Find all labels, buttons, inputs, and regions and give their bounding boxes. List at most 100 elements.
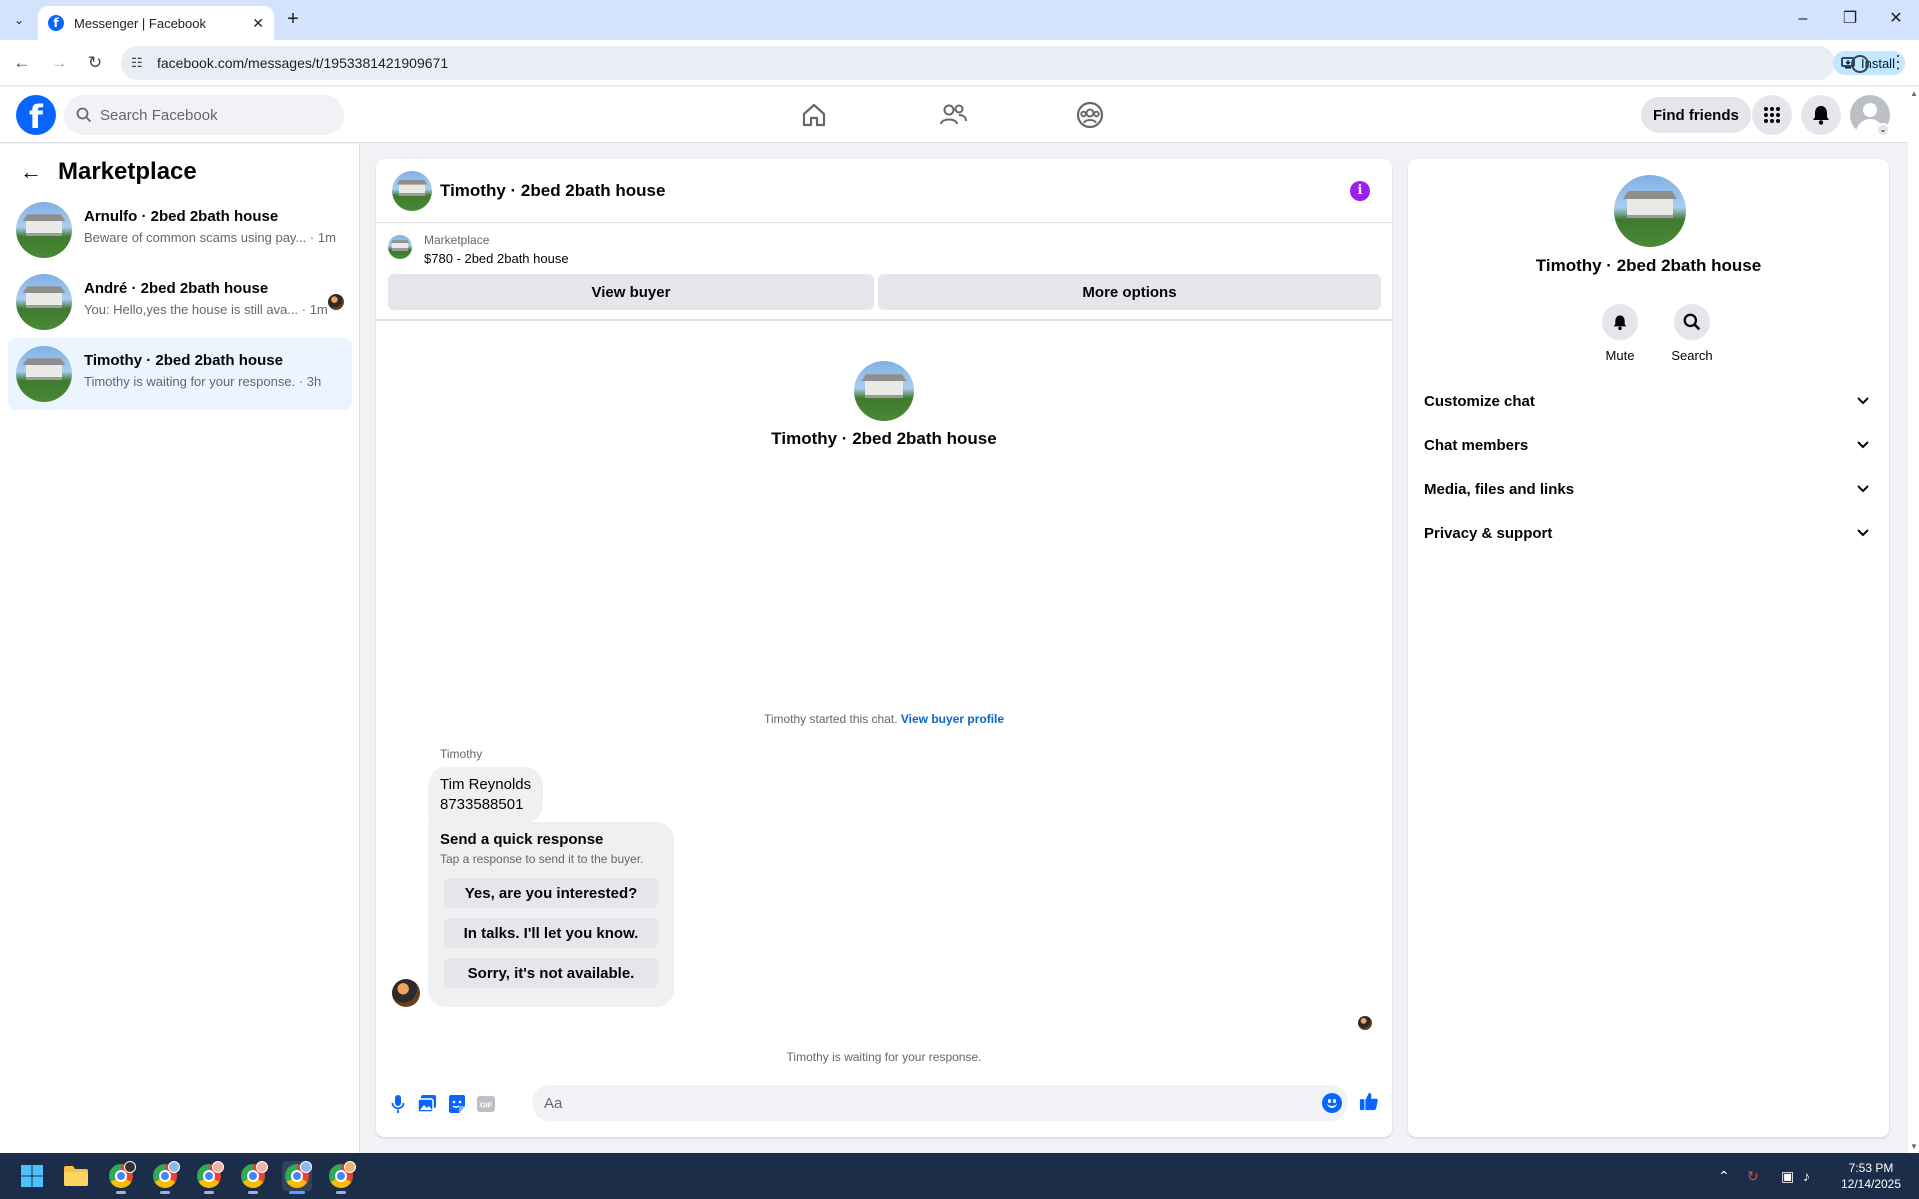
groups-icon[interactable] <box>1074 99 1106 131</box>
chat-title[interactable]: Timothy · 2bed 2bath house <box>440 181 665 201</box>
scroll-down-icon[interactable]: ▼ <box>1910 1142 1918 1151</box>
message-input[interactable] <box>532 1085 1348 1121</box>
page-scrollbar[interactable]: ▲ ▼ <box>1908 87 1919 1153</box>
browser-tab-strip: ⌄ f Messenger | Facebook ✕ + – ❐ ✕ <box>0 0 1919 40</box>
back-arrow-icon[interactable]: ← <box>10 51 34 75</box>
browser-profile-icon[interactable] <box>1851 55 1869 73</box>
menu-grid-icon[interactable] <box>1752 95 1792 135</box>
view-buyer-profile-link[interactable]: View buyer profile <box>901 712 1004 726</box>
marketplace-label: Marketplace <box>424 233 490 247</box>
back-arrow-icon[interactable]: ← <box>20 159 42 185</box>
section-label: Customize chat <box>1424 392 1535 410</box>
chrome-icon[interactable] <box>106 1161 136 1194</box>
conversation-item-timothy[interactable]: Timothy · 2bed 2bath house Timothy is wa… <box>8 338 352 410</box>
quick-response-option[interactable]: In talks. I'll let you know. <box>444 918 658 948</box>
privacy-support-section[interactable]: Privacy & support <box>1416 515 1881 551</box>
search-action[interactable]: Search <box>1662 304 1722 363</box>
chat-thumbnail[interactable] <box>392 171 432 211</box>
conversation-preview: Timothy is waiting for your response. · … <box>84 374 322 389</box>
chrome-icon[interactable] <box>194 1161 224 1194</box>
find-friends-button[interactable]: Find friends <box>1641 97 1751 133</box>
facebook-header: f Find friends ⌄ <box>0 87 1908 143</box>
thumbs-up-icon[interactable] <box>1359 1091 1379 1111</box>
quick-response-option[interactable]: Yes, are you interested? <box>444 878 658 908</box>
marketplace-listing-bar: Marketplace $780 - 2bed 2bath house View… <box>376 223 1392 321</box>
sender-name: Timothy <box>440 747 483 761</box>
chat-members-section[interactable]: Chat members <box>1416 427 1881 463</box>
tab-close-icon[interactable]: ✕ <box>252 15 264 32</box>
browser-tab-messenger[interactable]: f Messenger | Facebook ✕ <box>38 6 274 40</box>
address-bar[interactable]: ☷ facebook.com/messages/t/19533814219096… <box>121 46 1905 80</box>
intro-name: Timothy · 2bed 2bath house <box>771 429 997 448</box>
account-chevron-icon[interactable]: ⌄ <box>1876 123 1890 137</box>
clock-time: 7:53 PM <box>1848 1161 1894 1175</box>
url-text: facebook.com/messages/t/1953381421909671 <box>157 55 449 71</box>
sync-icon[interactable]: ↻ <box>1747 1168 1759 1185</box>
waiting-notice: Timothy is waiting for your response. <box>786 1050 982 1064</box>
intro-thumbnail <box>854 361 914 421</box>
quick-response-option[interactable]: Sorry, it's not available. <box>444 958 658 988</box>
conversation-preview: Beware of common scams using pay... · 1m <box>84 230 336 245</box>
chat-header: Timothy · 2bed 2bath house i <box>376 159 1392 223</box>
facebook-logo-icon[interactable]: f <box>16 95 56 135</box>
sticker-icon[interactable] <box>447 1094 467 1114</box>
info-thumbnail <box>1614 175 1686 247</box>
message-composer: GIF <box>376 1083 1392 1123</box>
tray-chevron-up-icon[interactable]: ⌃ <box>1718 1168 1730 1185</box>
chrome-icon[interactable] <box>238 1161 268 1194</box>
section-label: Chat members <box>1424 436 1529 454</box>
new-tab-plus-icon[interactable]: + <box>281 8 305 32</box>
conversation-name: Arnulfo · 2bed 2bath house <box>84 208 279 225</box>
reload-icon[interactable]: ↻ <box>83 51 107 75</box>
listing-price[interactable]: $780 - 2bed 2bath house <box>424 251 569 266</box>
restore-icon[interactable]: ❐ <box>1838 8 1862 32</box>
forward-arrow-icon[interactable]: → <box>47 51 71 75</box>
chat-panel: Timothy · 2bed 2bath house i Marketplace… <box>376 159 1392 1137</box>
site-settings-icon[interactable]: ☷ <box>131 55 143 71</box>
clock-date: 12/14/2025 <box>1840 1177 1902 1191</box>
search-input[interactable] <box>100 106 320 124</box>
minimize-icon[interactable]: – <box>1791 8 1815 32</box>
chrome-icon[interactable] <box>150 1161 180 1194</box>
sender-avatar[interactable] <box>392 979 420 1007</box>
conversation-item-arnulfo[interactable]: Arnulfo · 2bed 2bath house Beware of com… <box>8 194 352 266</box>
photo-icon[interactable] <box>417 1094 437 1114</box>
conversation-sidebar: ← Marketplace Arnulfo · 2bed 2bath house… <box>0 144 360 1153</box>
facebook-search[interactable] <box>64 95 344 135</box>
network-icon[interactable]: ▣ <box>1781 1168 1794 1185</box>
tab-title: Messenger | Facebook <box>74 15 206 31</box>
home-icon[interactable] <box>798 99 830 131</box>
window-close-icon[interactable]: ✕ <box>1884 8 1908 32</box>
listing-thumbnail <box>388 235 412 259</box>
conversation-name: Timothy · 2bed 2bath house <box>84 352 283 369</box>
chevron-down-icon <box>1857 397 1869 405</box>
chrome-icon[interactable] <box>326 1161 356 1194</box>
browser-menu-icon[interactable]: ⋮ <box>1889 52 1907 73</box>
microphone-icon[interactable] <box>388 1094 408 1114</box>
chrome-icon-active[interactable] <box>282 1161 312 1194</box>
chevron-down-icon <box>1857 485 1869 493</box>
gif-icon[interactable]: GIF <box>476 1094 496 1114</box>
media-files-links-section[interactable]: Media, files and links <box>1416 471 1881 507</box>
info-icon[interactable]: i <box>1350 181 1370 201</box>
file-explorer-icon[interactable] <box>61 1161 91 1191</box>
mute-action[interactable]: Mute <box>1590 304 1650 363</box>
system-clock[interactable]: 7:53 PM 12/14/2025 <box>1836 1160 1906 1192</box>
facebook-favicon-icon: f <box>48 15 64 31</box>
tab-search-chevron-icon[interactable]: ⌄ <box>8 9 30 31</box>
notifications-bell-icon[interactable] <box>1801 95 1841 135</box>
windows-start-icon[interactable] <box>17 1161 47 1191</box>
bell-icon <box>1602 304 1638 340</box>
friends-icon[interactable] <box>937 99 969 131</box>
view-buyer-button[interactable]: View buyer <box>388 274 874 310</box>
message-bubble[interactable]: Tim Reynolds 8733588501 <box>428 767 544 823</box>
listing-thumbnail <box>16 346 72 402</box>
started-text: Timothy started this chat. <box>763 712 898 726</box>
customize-chat-section[interactable]: Customize chat <box>1416 383 1881 419</box>
scroll-up-icon[interactable]: ▲ <box>1910 89 1918 98</box>
emoji-icon[interactable] <box>1322 1093 1342 1113</box>
chevron-down-icon <box>1857 441 1869 449</box>
conversation-item-andre[interactable]: André · 2bed 2bath house You: Hello,yes … <box>8 266 352 338</box>
volume-icon[interactable]: ♪ <box>1803 1168 1810 1184</box>
more-options-button[interactable]: More options <box>878 274 1381 310</box>
